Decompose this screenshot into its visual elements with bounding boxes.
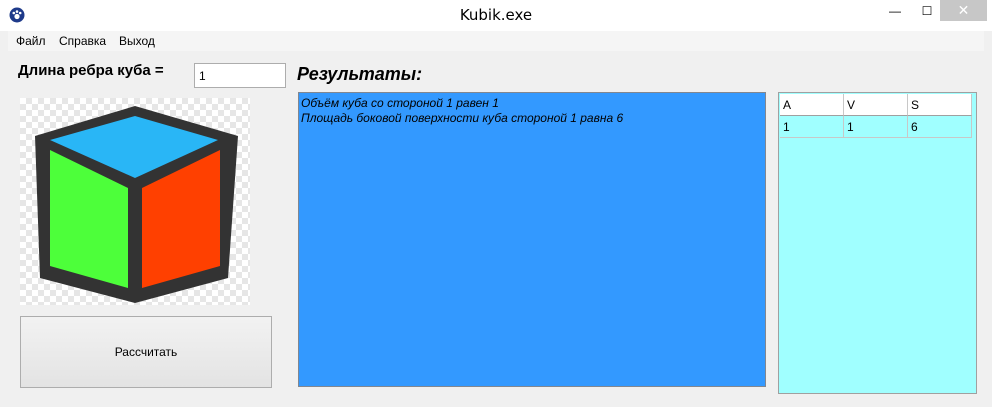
calculate-button[interactable]: Рассчитать [20, 316, 272, 388]
close-button[interactable]: ✕ [940, 0, 987, 21]
edge-length-label: Длина ребра куба = [18, 62, 164, 79]
grid-cell-v[interactable]: 1 [844, 116, 908, 138]
minimize-button[interactable]: — [878, 0, 912, 21]
maximize-icon: ☐ [921, 3, 933, 18]
cube-picture [20, 98, 250, 305]
cube-icon [35, 106, 238, 303]
menu-item-exit[interactable]: Выход [119, 34, 155, 48]
window-title: Kubik.exe [459, 6, 533, 24]
close-icon: ✕ [957, 2, 970, 18]
grid-cell-a[interactable]: 1 [780, 116, 844, 138]
grid-header-s[interactable]: S [908, 94, 972, 116]
results-textbox[interactable]: Объём куба со стороной 1 равен 1 Площадь… [298, 92, 766, 387]
minimize-icon: — [889, 3, 901, 18]
table-row[interactable]: 1 1 6 [780, 116, 972, 138]
grid-cell-s[interactable]: 6 [908, 116, 972, 138]
maximize-button[interactable]: ☐ [910, 0, 944, 21]
grid-header-v[interactable]: V [844, 94, 908, 116]
grid-header-row: A V S [780, 94, 972, 116]
menu-item-file[interactable]: Файл [16, 34, 46, 48]
results-label: Результаты: [297, 64, 423, 84]
result-area-line: Площадь боковой поверхности куба стороно… [301, 111, 624, 125]
menu-item-help[interactable]: Справка [59, 34, 106, 48]
edge-length-input[interactable] [194, 63, 286, 88]
menu-bar: Файл Справка Выход [8, 31, 984, 51]
title-bar: Kubik.exe — ☐ ✕ [0, 0, 992, 31]
grid-header-a[interactable]: A [780, 94, 844, 116]
result-volume-line: Объём куба со стороной 1 равен 1 [301, 96, 499, 110]
results-grid[interactable]: A V S 1 1 6 [778, 92, 977, 394]
